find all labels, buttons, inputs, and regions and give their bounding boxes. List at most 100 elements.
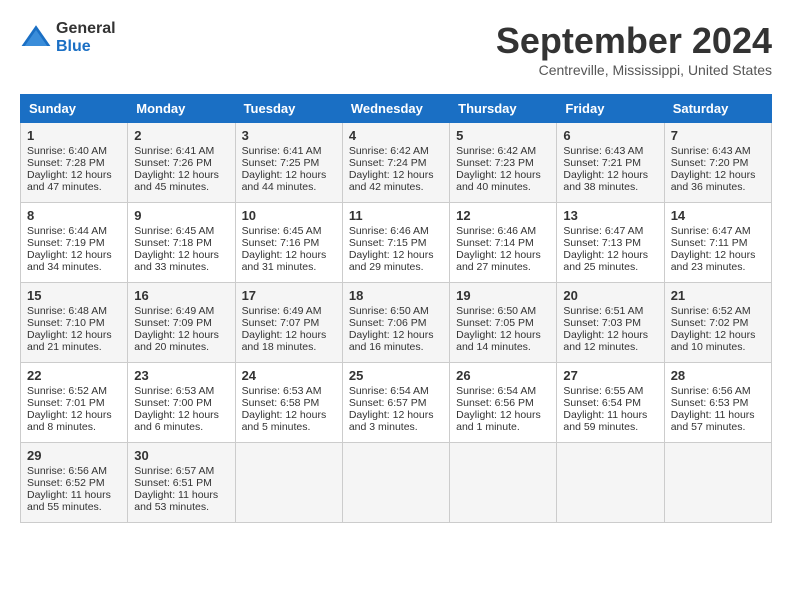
day-info-line: Daylight: 12 hours [349, 409, 443, 421]
calendar-day-cell: 5Sunrise: 6:42 AMSunset: 7:23 PMDaylight… [450, 123, 557, 203]
calendar-body: 1Sunrise: 6:40 AMSunset: 7:28 PMDaylight… [21, 123, 772, 523]
day-number: 5 [456, 128, 550, 143]
day-info-line: Sunset: 7:13 PM [563, 237, 657, 249]
day-info-line: Sunset: 7:16 PM [242, 237, 336, 249]
day-info-line: Sunset: 6:52 PM [27, 477, 121, 489]
calendar-header: SundayMondayTuesdayWednesdayThursdayFrid… [21, 95, 772, 123]
day-number: 3 [242, 128, 336, 143]
calendar-day-cell: 27Sunrise: 6:55 AMSunset: 6:54 PMDayligh… [557, 363, 664, 443]
day-info-line: Sunset: 7:15 PM [349, 237, 443, 249]
calendar-day-cell: 21Sunrise: 6:52 AMSunset: 7:02 PMDayligh… [664, 283, 771, 363]
calendar-day-cell: 19Sunrise: 6:50 AMSunset: 7:05 PMDayligh… [450, 283, 557, 363]
day-info-line: and 33 minutes. [134, 261, 228, 273]
calendar-day-cell: 16Sunrise: 6:49 AMSunset: 7:09 PMDayligh… [128, 283, 235, 363]
day-info-line: Daylight: 12 hours [349, 329, 443, 341]
day-info-line: Sunset: 6:56 PM [456, 397, 550, 409]
day-info-line: Daylight: 12 hours [242, 409, 336, 421]
calendar-day-cell [235, 443, 342, 523]
day-info-line: and 31 minutes. [242, 261, 336, 273]
day-info-line: and 25 minutes. [563, 261, 657, 273]
logo-text: General Blue [56, 20, 116, 55]
day-info-line: and 5 minutes. [242, 421, 336, 433]
day-info-line: Daylight: 11 hours [134, 489, 228, 501]
day-info-line: and 21 minutes. [27, 341, 121, 353]
day-info-line: and 8 minutes. [27, 421, 121, 433]
day-info-line: Sunset: 6:58 PM [242, 397, 336, 409]
header-row: SundayMondayTuesdayWednesdayThursdayFrid… [21, 95, 772, 123]
calendar-day-cell: 23Sunrise: 6:53 AMSunset: 7:00 PMDayligh… [128, 363, 235, 443]
day-info-line: Daylight: 11 hours [671, 409, 765, 421]
day-number: 15 [27, 288, 121, 303]
day-info-line: Daylight: 12 hours [563, 169, 657, 181]
day-info-line: Sunrise: 6:41 AM [134, 145, 228, 157]
day-info-line: and 45 minutes. [134, 181, 228, 193]
title-block: September 2024 Centreville, Mississippi,… [496, 20, 772, 78]
day-info-line: Sunrise: 6:40 AM [27, 145, 121, 157]
day-info-line: Daylight: 12 hours [456, 329, 550, 341]
day-number: 13 [563, 208, 657, 223]
day-info-line: Sunset: 7:18 PM [134, 237, 228, 249]
day-info-line: Sunrise: 6:47 AM [563, 225, 657, 237]
day-info-line: and 44 minutes. [242, 181, 336, 193]
day-info-line: and 36 minutes. [671, 181, 765, 193]
day-info-line: Sunrise: 6:43 AM [671, 145, 765, 157]
day-number: 24 [242, 368, 336, 383]
day-info-line: Sunset: 7:24 PM [349, 157, 443, 169]
day-info-line: Sunset: 7:07 PM [242, 317, 336, 329]
day-number: 25 [349, 368, 443, 383]
day-info-line: and 23 minutes. [671, 261, 765, 273]
calendar-day-cell: 26Sunrise: 6:54 AMSunset: 6:56 PMDayligh… [450, 363, 557, 443]
day-info-line: Sunrise: 6:47 AM [671, 225, 765, 237]
day-info-line: Sunrise: 6:53 AM [242, 385, 336, 397]
day-info-line: Sunrise: 6:44 AM [27, 225, 121, 237]
day-info-line: Sunset: 7:10 PM [27, 317, 121, 329]
day-number: 23 [134, 368, 228, 383]
day-info-line: and 59 minutes. [563, 421, 657, 433]
day-info-line: Sunset: 7:23 PM [456, 157, 550, 169]
day-info-line: Sunrise: 6:54 AM [456, 385, 550, 397]
day-of-week-header: Wednesday [342, 95, 449, 123]
day-info-line: Daylight: 12 hours [242, 329, 336, 341]
day-number: 21 [671, 288, 765, 303]
day-info-line: Sunrise: 6:52 AM [27, 385, 121, 397]
day-number: 20 [563, 288, 657, 303]
page-header: General Blue September 2024 Centreville,… [20, 20, 772, 78]
day-number: 9 [134, 208, 228, 223]
day-info-line: and 14 minutes. [456, 341, 550, 353]
day-info-line: Sunset: 7:06 PM [349, 317, 443, 329]
day-info-line: Sunset: 7:01 PM [27, 397, 121, 409]
logo-blue-text: Blue [56, 38, 116, 56]
day-info-line: Daylight: 12 hours [671, 249, 765, 261]
day-info-line: Daylight: 11 hours [27, 489, 121, 501]
day-info-line: Sunrise: 6:53 AM [134, 385, 228, 397]
day-info-line: Sunset: 6:54 PM [563, 397, 657, 409]
day-info-line: Sunset: 6:57 PM [349, 397, 443, 409]
logo: General Blue [20, 20, 116, 55]
day-info-line: Sunset: 7:26 PM [134, 157, 228, 169]
calendar-day-cell [557, 443, 664, 523]
day-info-line: Sunrise: 6:41 AM [242, 145, 336, 157]
day-of-week-header: Friday [557, 95, 664, 123]
calendar-table: SundayMondayTuesdayWednesdayThursdayFrid… [20, 94, 772, 523]
day-info-line: Sunrise: 6:57 AM [134, 465, 228, 477]
day-info-line: Sunrise: 6:49 AM [134, 305, 228, 317]
day-info-line: and 34 minutes. [27, 261, 121, 273]
day-info-line: Daylight: 12 hours [27, 169, 121, 181]
day-info-line: and 18 minutes. [242, 341, 336, 353]
day-number: 11 [349, 208, 443, 223]
calendar-day-cell: 6Sunrise: 6:43 AMSunset: 7:21 PMDaylight… [557, 123, 664, 203]
day-number: 30 [134, 448, 228, 463]
logo-general-text: General [56, 20, 116, 38]
day-info-line: and 1 minute. [456, 421, 550, 433]
day-info-line: and 12 minutes. [563, 341, 657, 353]
day-info-line: and 16 minutes. [349, 341, 443, 353]
day-info-line: Sunset: 7:00 PM [134, 397, 228, 409]
day-number: 22 [27, 368, 121, 383]
logo-icon [20, 22, 52, 54]
calendar-day-cell: 17Sunrise: 6:49 AMSunset: 7:07 PMDayligh… [235, 283, 342, 363]
day-number: 1 [27, 128, 121, 143]
calendar-day-cell: 25Sunrise: 6:54 AMSunset: 6:57 PMDayligh… [342, 363, 449, 443]
day-number: 16 [134, 288, 228, 303]
day-info-line: Sunrise: 6:42 AM [349, 145, 443, 157]
calendar-day-cell: 30Sunrise: 6:57 AMSunset: 6:51 PMDayligh… [128, 443, 235, 523]
